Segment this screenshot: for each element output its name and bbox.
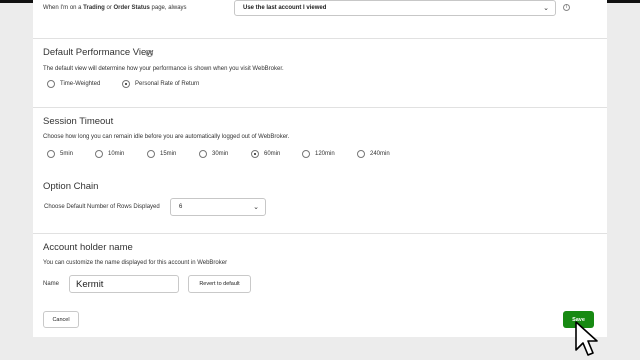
- info-icon[interactable]: i: [146, 50, 153, 57]
- radio-circle: [199, 150, 207, 158]
- performance-view-title: Default Performance View: [43, 47, 154, 58]
- account-holder-description: You can customize the name displayed for…: [43, 260, 228, 266]
- info-icon[interactable]: i: [563, 4, 570, 11]
- account-holder-title: Account holder name: [43, 242, 133, 253]
- chevron-down-icon: ⌄: [543, 5, 549, 12]
- account-default-label: When I'm on a Trading or Order Status pa…: [43, 5, 187, 11]
- divider: [33, 233, 607, 234]
- session-timeout-description: Choose how long you can remain idle befo…: [43, 134, 290, 140]
- radio-circle-selected: [122, 80, 130, 88]
- radio-personal-rate-of-return[interactable]: Personal Rate of Return: [122, 80, 199, 88]
- radio-time-weighted[interactable]: Time-Weighted: [47, 80, 100, 88]
- performance-view-description: The default view will determine how your…: [43, 66, 284, 72]
- cancel-button[interactable]: Cancel: [43, 311, 79, 328]
- mouse-pointer-icon: [575, 321, 598, 356]
- radio-120min[interactable]: 120min: [302, 150, 335, 158]
- default-account-select[interactable]: Use the last account I viewed ⌄: [234, 0, 556, 16]
- radio-10min[interactable]: 10min: [95, 150, 124, 158]
- radio-circle: [95, 150, 103, 158]
- revert-to-default-button[interactable]: Revert to default: [188, 275, 251, 293]
- divider: [33, 38, 607, 39]
- radio-240min[interactable]: 240min: [357, 150, 390, 158]
- radio-circle: [47, 150, 55, 158]
- option-chain-title: Option Chain: [43, 181, 99, 192]
- radio-circle: [147, 150, 155, 158]
- option-chain-label: Choose Default Number of Rows Displayed: [44, 204, 160, 210]
- chevron-down-icon: ⌄: [253, 204, 259, 211]
- session-timeout-title: Session Timeout: [43, 116, 114, 127]
- radio-30min[interactable]: 30min: [199, 150, 228, 158]
- name-label: Name: [43, 281, 60, 287]
- radio-60min[interactable]: 60min: [251, 150, 280, 158]
- radio-circle: [357, 150, 365, 158]
- radio-15min[interactable]: 15min: [147, 150, 176, 158]
- settings-card: When I'm on a Trading or Order Status pa…: [33, 0, 607, 337]
- radio-circle: [302, 150, 310, 158]
- radio-circle-selected: [251, 150, 259, 158]
- divider: [33, 107, 607, 108]
- rows-displayed-select[interactable]: 6 ⌄: [170, 198, 266, 216]
- name-input[interactable]: Kermit: [69, 275, 179, 293]
- radio-circle: [47, 80, 55, 88]
- radio-5min[interactable]: 5min: [47, 150, 73, 158]
